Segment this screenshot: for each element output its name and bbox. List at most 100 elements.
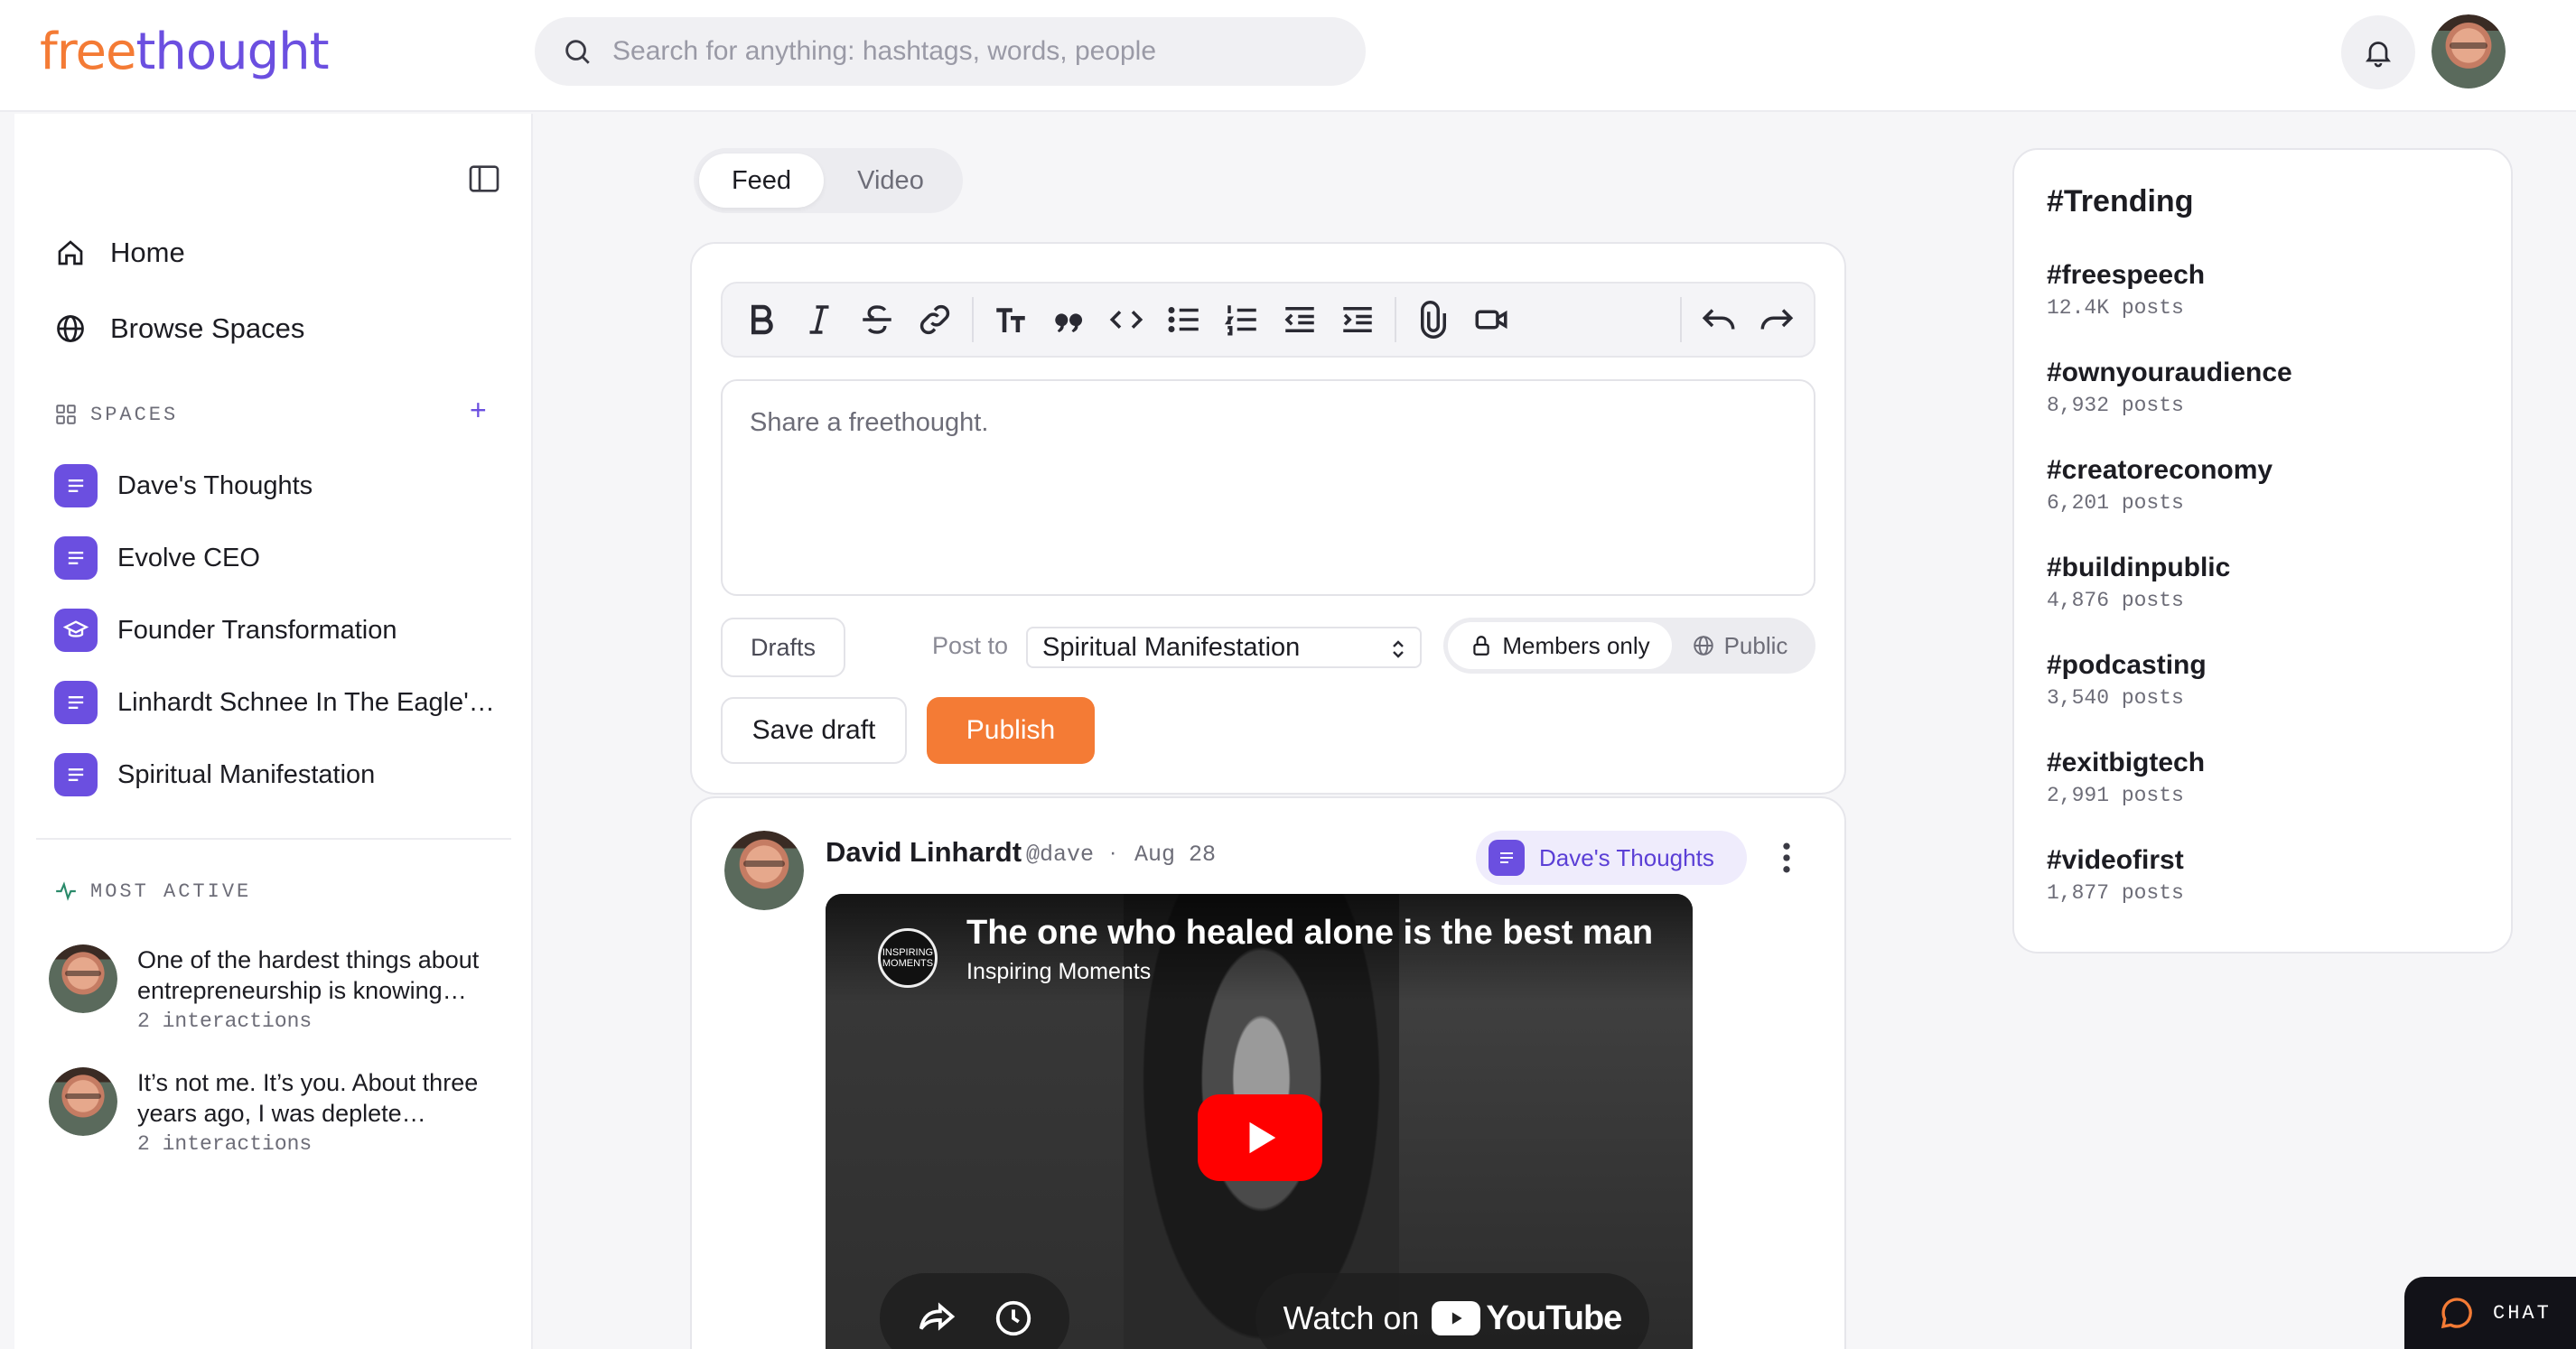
- video-button[interactable]: [1470, 296, 1512, 343]
- activity-icon: [56, 881, 76, 901]
- lock-icon: [1473, 636, 1490, 656]
- sidebar-space-daves-thoughts[interactable]: Dave's Thoughts: [54, 462, 313, 509]
- quote-button[interactable]: [1048, 296, 1089, 343]
- most-active-item[interactable]: One of the hardest things about entrepre…: [49, 944, 509, 1033]
- toolbar-separator: [1395, 297, 1396, 342]
- clock-icon[interactable]: [993, 1298, 1034, 1339]
- globe-icon: [1693, 636, 1713, 656]
- sidebar-space-founder-transformation[interactable]: Founder Transformation: [54, 607, 397, 654]
- avatar: [49, 944, 117, 1013]
- post-space-badge[interactable]: Dave's Thoughts: [1476, 831, 1747, 885]
- channel-logo[interactable]: INSPIRING MOMENTS: [878, 928, 938, 988]
- indent-button[interactable]: [1337, 296, 1378, 343]
- indent-icon: [1343, 307, 1372, 332]
- freethought-logo[interactable]: freethought: [40, 20, 330, 85]
- chat-bubble-icon: [2441, 1298, 2472, 1329]
- post-author-handle[interactable]: @dave: [1026, 842, 1094, 868]
- heading-button[interactable]: [990, 296, 1031, 343]
- toolbar-separator: [972, 297, 974, 342]
- feed-post: David Linhardt @dave · Aug 28 Dave's Tho…: [690, 796, 1846, 1349]
- tab-feed[interactable]: Feed: [699, 154, 824, 208]
- post-meta-separator: ·: [1109, 840, 1117, 865]
- post-to-select[interactable]: Spiritual Manifestation: [1026, 627, 1422, 668]
- drafts-button[interactable]: Drafts: [721, 618, 845, 677]
- feed-tabs: Feed Video: [694, 148, 963, 213]
- visibility-public[interactable]: Public: [1672, 622, 1807, 669]
- left-sidebar: Home Browse Spaces SPACES + Dave's Thoug…: [14, 114, 533, 1349]
- numbered-list-button[interactable]: [1221, 296, 1263, 343]
- post-composer: Share a freethought. Drafts Post to Spir…: [690, 242, 1846, 795]
- youtube-play-icon: [1432, 1301, 1481, 1335]
- visibility-members-only[interactable]: Members only: [1448, 622, 1672, 669]
- sidebar-space-linhardt-schnee[interactable]: Linhardt Schnee In The Eagle's ...: [54, 679, 497, 726]
- code-button[interactable]: [1106, 296, 1147, 343]
- most-active-section-label: MOST ACTIVE: [54, 879, 251, 903]
- link-icon: [919, 304, 950, 335]
- strikethrough-button[interactable]: [856, 296, 898, 343]
- document-icon: [54, 681, 98, 724]
- post-editor[interactable]: Share a freethought.: [721, 379, 1815, 596]
- document-icon: [54, 464, 98, 507]
- video-channel[interactable]: Inspiring Moments: [966, 959, 1151, 985]
- share-icon[interactable]: [916, 1298, 957, 1339]
- notifications-button[interactable]: [2341, 15, 2415, 89]
- chevron-updown-icon: [1393, 640, 1404, 658]
- spaces-section-label: SPACES: [54, 403, 178, 426]
- publish-button[interactable]: Publish: [927, 697, 1095, 764]
- bell-icon: [2366, 42, 2391, 68]
- post-date: Aug 28: [1134, 842, 1217, 868]
- watch-on-youtube-button[interactable]: Watch on YouTube: [1255, 1273, 1649, 1349]
- sidebar-space-evolve-ceo[interactable]: Evolve CEO: [54, 535, 260, 581]
- sidebar-space-spiritual-manifestation[interactable]: Spiritual Manifestation: [54, 751, 375, 798]
- trending-item[interactable]: #buildinpublic 4,876 posts: [2047, 553, 2230, 612]
- video-controls: [880, 1273, 1069, 1349]
- post-author-name[interactable]: David Linhardt: [826, 836, 1022, 869]
- search-icon: [565, 40, 590, 64]
- nav-home[interactable]: Home: [54, 228, 185, 278]
- bold-icon: [751, 304, 773, 335]
- outdent-icon: [1284, 307, 1314, 332]
- bullet-list-button[interactable]: [1163, 296, 1205, 343]
- bold-button[interactable]: [741, 296, 782, 343]
- post-author-avatar[interactable]: [724, 831, 804, 910]
- redo-button[interactable]: [1756, 296, 1797, 343]
- chat-button[interactable]: CHAT: [2404, 1277, 2576, 1349]
- attach-button[interactable]: [1413, 296, 1454, 343]
- undo-button[interactable]: [1698, 296, 1740, 343]
- heading-icon: [996, 308, 1025, 332]
- search-input[interactable]: [612, 36, 1353, 67]
- numbered-list-icon: [1224, 305, 1256, 336]
- sidebar-divider: [36, 838, 511, 840]
- trending-item[interactable]: #freespeech 12.4K posts: [2047, 260, 2205, 320]
- globe-icon: [57, 315, 84, 342]
- user-avatar[interactable]: [2431, 14, 2506, 88]
- most-active-item[interactable]: It’s not me. It’s you. About three years…: [49, 1067, 509, 1156]
- strikethrough-icon: [863, 305, 891, 334]
- trending-item[interactable]: #videofirst 1,877 posts: [2047, 845, 2184, 905]
- trending-panel: #Trending #freespeech 12.4K posts #ownyou…: [2012, 148, 2513, 954]
- trending-item[interactable]: #exitbigtech 2,991 posts: [2047, 748, 2205, 807]
- tab-video[interactable]: Video: [824, 154, 957, 208]
- trending-item[interactable]: #podcasting 3,540 posts: [2047, 650, 2207, 710]
- italic-icon: [809, 305, 829, 334]
- outdent-button[interactable]: [1279, 296, 1321, 343]
- avatar-image: [2431, 14, 2506, 88]
- video-title[interactable]: The one who healed alone is the best man: [966, 914, 1653, 953]
- add-space-button[interactable]: +: [470, 394, 487, 427]
- link-button[interactable]: [914, 296, 956, 343]
- nav-browse-spaces[interactable]: Browse Spaces: [54, 303, 304, 354]
- trending-item[interactable]: #ownyouraudience 8,932 posts: [2047, 358, 2292, 417]
- sidebar-toggle-icon[interactable]: [466, 161, 502, 197]
- trending-item[interactable]: #creatoreconomy 6,201 posts: [2047, 455, 2273, 515]
- youtube-embed[interactable]: INSPIRING MOMENTS The one who healed alo…: [826, 894, 1693, 1349]
- save-draft-button[interactable]: Save draft: [721, 697, 907, 764]
- search-bar[interactable]: [535, 17, 1366, 86]
- play-button[interactable]: [1198, 1094, 1322, 1181]
- paperclip-icon: [1421, 301, 1446, 339]
- italic-button[interactable]: [798, 296, 840, 343]
- document-icon: [54, 753, 98, 796]
- grid-icon: [56, 405, 76, 424]
- top-bar: freethought: [0, 0, 2576, 112]
- more-options-icon[interactable]: [1776, 838, 1797, 878]
- visibility-toggle: Members only Public: [1443, 618, 1815, 674]
